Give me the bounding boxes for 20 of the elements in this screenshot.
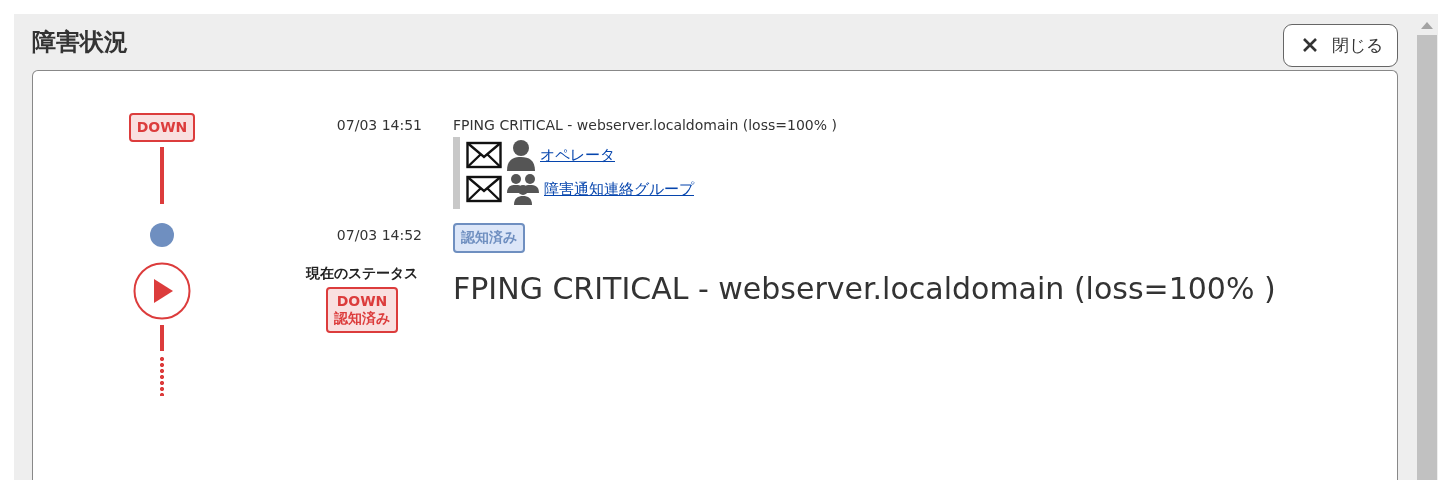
timeline-dot xyxy=(150,223,174,247)
status-badge: DOWN xyxy=(128,113,196,142)
people-icon xyxy=(506,173,540,205)
event-time: 07/03 14:51 xyxy=(335,116,422,135)
play-icon xyxy=(133,262,191,320)
event-message: FPING CRITICAL - webserver.localdomain (loss=100% ) xyxy=(453,116,838,133)
event-time: 07/03 14:52 xyxy=(335,226,422,245)
close-button[interactable]: 閉じる xyxy=(1283,23,1398,67)
recipient-link[interactable]: 障害通知連絡グループ xyxy=(544,179,694,199)
envelope-icon xyxy=(466,175,502,203)
envelope-icon xyxy=(466,141,502,169)
current-status-label: 現在のステータス xyxy=(306,265,418,283)
recipient-link[interactable]: オペレータ xyxy=(540,145,615,165)
status-badge: DOWN 認知済み xyxy=(326,287,398,333)
acknowledged-badge: 認知済み xyxy=(453,223,525,253)
close-icon xyxy=(1302,37,1318,53)
person-icon xyxy=(506,139,536,171)
current-message: FPING CRITICAL - webserver.localdomain (loss=100% ) xyxy=(453,270,1277,308)
page-title: 障害状況 xyxy=(32,27,128,58)
scrollbar-thumb[interactable] xyxy=(1417,35,1437,480)
